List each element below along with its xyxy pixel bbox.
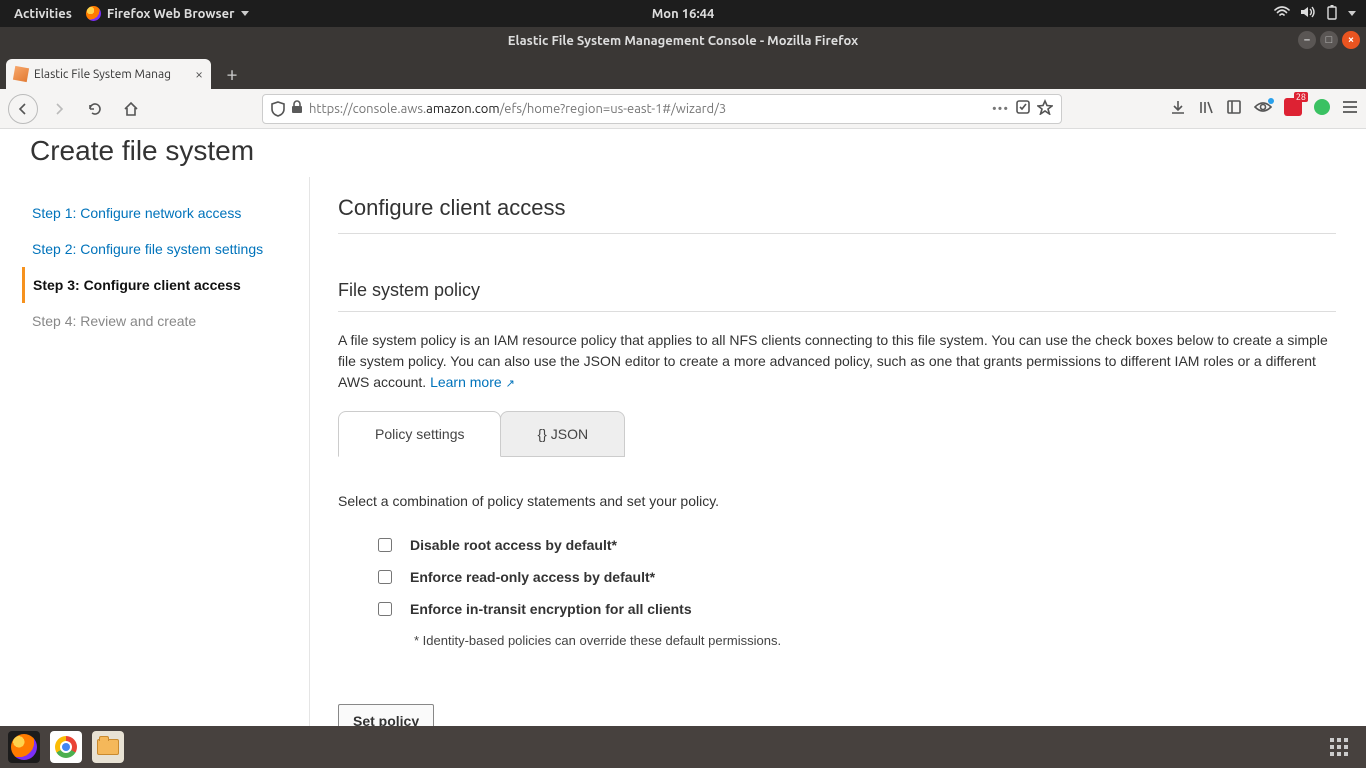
policy-footnote: * Identity-based policies can override t… — [414, 633, 1336, 648]
checkbox-disable-root[interactable]: Disable root access by default* — [378, 537, 1336, 553]
set-policy-button[interactable]: Set policy — [338, 704, 434, 726]
window-minimize-button[interactable]: – — [1298, 31, 1316, 49]
battery-icon[interactable] — [1326, 4, 1338, 23]
step-1-link[interactable]: Step 1: Configure network access — [30, 195, 295, 231]
dock-firefox[interactable] — [8, 731, 40, 763]
system-menu-chevron-icon[interactable] — [1348, 11, 1356, 16]
checkbox-in-transit-input[interactable] — [378, 602, 392, 616]
extension-eye-icon[interactable] — [1254, 100, 1272, 118]
reader-shield-icon[interactable] — [1015, 99, 1031, 118]
extension-red-icon[interactable]: 28 — [1284, 98, 1302, 120]
bookmark-star-icon[interactable] — [1037, 99, 1053, 118]
checkbox-in-transit[interactable]: Enforce in-transit encryption for all cl… — [378, 601, 1336, 617]
favicon-icon — [13, 66, 29, 82]
tab-json[interactable]: {} JSON — [500, 411, 625, 457]
firefox-icon — [86, 6, 101, 21]
nav-forward-button[interactable] — [44, 94, 74, 124]
nav-back-button[interactable] — [8, 94, 38, 124]
page-actions-icon[interactable]: ••• — [992, 102, 1009, 116]
library-icon[interactable] — [1198, 99, 1214, 119]
subsection-heading: File system policy — [338, 280, 1336, 312]
tab-title: Elastic File System Manag — [34, 68, 171, 81]
policy-hint: Select a combination of policy statement… — [338, 493, 1336, 509]
step-2-link[interactable]: Step 2: Configure file system settings — [30, 231, 295, 267]
dock-chrome[interactable] — [50, 731, 82, 763]
lock-icon — [291, 100, 303, 117]
tab-policy-settings[interactable]: Policy settings — [338, 411, 501, 457]
external-link-icon: ↗ — [506, 378, 515, 390]
policy-checkbox-group: Disable root access by default* Enforce … — [378, 537, 1336, 648]
ubuntu-dock — [0, 726, 1366, 768]
window-title: Elastic File System Management Console -… — [508, 34, 858, 48]
firefox-icon — [11, 734, 37, 760]
step-4-future: Step 4: Review and create — [30, 303, 295, 339]
volume-icon[interactable] — [1300, 5, 1316, 22]
window-maximize-button[interactable]: □ — [1320, 31, 1338, 49]
show-applications-button[interactable] — [1330, 738, 1348, 756]
section-heading: Configure client access — [338, 195, 1336, 234]
folder-icon — [97, 739, 119, 755]
nav-home-button[interactable] — [116, 94, 146, 124]
window-close-button[interactable]: × — [1342, 31, 1360, 49]
url-text: https://console.aws.amazon.com/efs/home?… — [309, 102, 986, 116]
shield-icon — [271, 101, 285, 117]
app-menu[interactable]: Firefox Web Browser — [86, 6, 249, 21]
browser-tab[interactable]: Elastic File System Manag × — [6, 59, 211, 89]
learn-more-link[interactable]: Learn more ↗ — [430, 374, 515, 390]
notification-badge: 28 — [1294, 92, 1308, 102]
activities-button[interactable]: Activities — [14, 7, 72, 21]
browser-toolbar: https://console.aws.amazon.com/efs/home?… — [0, 89, 1366, 129]
page-viewport[interactable]: Create file system Step 1: Configure net… — [0, 129, 1366, 726]
policy-tabs: Policy settings {} JSON — [338, 411, 1336, 457]
checkbox-read-only-input[interactable] — [378, 570, 392, 584]
extension-green-icon[interactable] — [1314, 99, 1330, 119]
clock[interactable]: Mon 16:44 — [652, 7, 715, 21]
main-panel: Configure client access File system poli… — [310, 177, 1336, 726]
tab-close-button[interactable]: × — [195, 66, 203, 82]
step-3-current: Step 3: Configure client access — [22, 267, 295, 303]
checkbox-read-only[interactable]: Enforce read-only access by default* — [378, 569, 1336, 585]
downloads-icon[interactable] — [1170, 99, 1186, 119]
nav-reload-button[interactable] — [80, 94, 110, 124]
url-bar[interactable]: https://console.aws.amazon.com/efs/home?… — [262, 94, 1062, 124]
new-tab-button[interactable]: + — [219, 63, 245, 89]
tab-strip: Elastic File System Manag × + — [0, 55, 1366, 89]
hamburger-menu-icon[interactable] — [1342, 100, 1358, 118]
chevron-down-icon — [241, 11, 249, 16]
wifi-icon[interactable] — [1274, 6, 1290, 21]
chrome-icon — [55, 736, 77, 758]
policy-description: A file system policy is an IAM resource … — [338, 330, 1336, 393]
sidebar-icon[interactable] — [1226, 99, 1242, 119]
page-title: Create file system — [30, 129, 1336, 177]
checkbox-disable-root-input[interactable] — [378, 538, 392, 552]
dock-files[interactable] — [92, 731, 124, 763]
window-titlebar: Elastic File System Management Console -… — [0, 27, 1366, 55]
app-menu-label: Firefox Web Browser — [107, 7, 235, 21]
gnome-top-bar: Activities Firefox Web Browser Mon 16:44 — [0, 0, 1366, 27]
wizard-steps-sidebar: Step 1: Configure network access Step 2:… — [30, 177, 310, 726]
